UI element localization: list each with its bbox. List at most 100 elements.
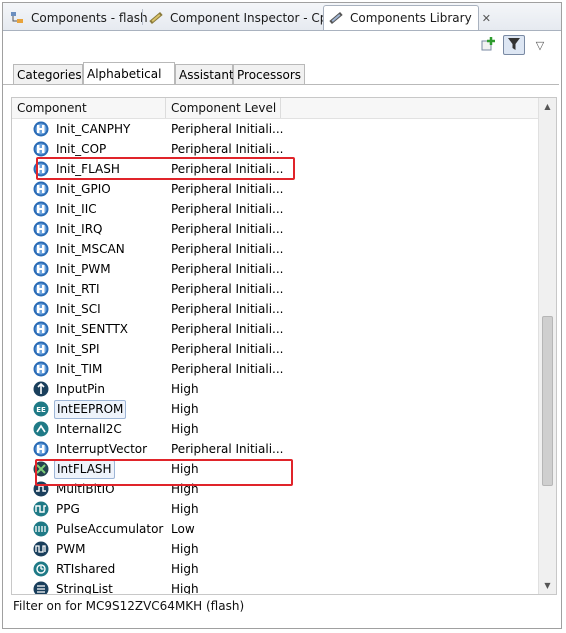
library-icon [328, 10, 344, 26]
component-name: Init_FLASH [56, 161, 120, 176]
init-icon [33, 141, 49, 157]
component-name: PulseAccumulator [56, 521, 164, 536]
table-row[interactable]: Init_PWM Peripheral Initiali... [12, 259, 540, 279]
filter-status: Filter on for MC9S12ZVC64MKH (flash) [13, 599, 245, 613]
init-icon [33, 241, 49, 257]
table-row[interactable]: InterruptVector Peripheral Initiali... [12, 439, 540, 459]
component-cell[interactable]: Init_RTI [33, 279, 102, 299]
table-body: Init_CANPHY Peripheral Initiali... Init_CO… [12, 119, 540, 595]
tab-label: Alphabetical [87, 67, 162, 81]
init-icon [33, 361, 49, 377]
tab-components-library[interactable]: Components Library ✕ [323, 5, 491, 30]
component-level: High [171, 562, 199, 576]
init-icon [33, 301, 49, 317]
table-row[interactable]: InternalI2C High [12, 419, 540, 439]
table-row[interactable]: StringList High [12, 579, 540, 595]
table-row[interactable]: RTIshared High [12, 559, 540, 579]
tab-components-flash[interactable]: Components - flash [5, 6, 148, 29]
table-row[interactable]: IntFLASH High [12, 459, 540, 479]
svg-text:EE: EE [36, 406, 46, 414]
component-level: Peripheral Initiali... [171, 302, 284, 316]
table-row[interactable]: Init_SCI Peripheral Initiali... [12, 299, 540, 319]
filter-button[interactable] [503, 35, 525, 55]
component-cell[interactable]: PWM [33, 539, 87, 559]
table-row[interactable]: Init_IRQ Peripheral Initiali... [12, 219, 540, 239]
table-row[interactable]: Init_CANPHY Peripheral Initiali... [12, 119, 540, 139]
add-component-button[interactable] [477, 35, 499, 55]
table-row[interactable]: Init_TIM Peripheral Initiali... [12, 359, 540, 379]
table-row[interactable]: PulseAccumulator Low [12, 519, 540, 539]
component-cell[interactable]: Init_SENTTX [33, 319, 130, 339]
tab-processors[interactable]: Processors [233, 64, 305, 84]
component-level: High [171, 462, 199, 476]
scrollbar-thumb[interactable] [542, 316, 553, 486]
table-row[interactable]: PWM High [12, 539, 540, 559]
table-row[interactable]: Init_SPI Peripheral Initiali... [12, 339, 540, 359]
component-cell[interactable]: Init_COP [33, 139, 108, 159]
component-cell[interactable]: InternalI2C [33, 419, 124, 439]
component-name: InputPin [56, 381, 105, 396]
component-cell[interactable]: Init_MSCAN [33, 239, 127, 259]
component-cell[interactable]: Init_GPIO [33, 179, 113, 199]
column-header-component[interactable]: Component [12, 98, 166, 118]
component-cell[interactable]: RTIshared [33, 559, 117, 579]
table-row[interactable]: Init_FLASH Peripheral Initiali... [12, 159, 540, 179]
table-row[interactable]: EE IntEEPROM High [12, 399, 540, 419]
component-cell[interactable]: PulseAccumulator [33, 519, 165, 539]
tab-component-inspector[interactable]: Component Inspector - Cpu [144, 6, 335, 29]
component-cell[interactable]: IntFLASH [33, 459, 115, 479]
tab-categories[interactable]: Categories [13, 64, 83, 84]
component-cell[interactable]: Init_TIM [33, 359, 104, 379]
bitio-icon [33, 481, 49, 497]
component-level: Peripheral Initiali... [171, 162, 284, 176]
component-name: PPG [56, 501, 80, 516]
component-level: Peripheral Initiali... [171, 242, 284, 256]
table-row[interactable]: InputPin High [12, 379, 540, 399]
component-name: Init_GPIO [56, 181, 111, 196]
table-row[interactable]: Init_SENTTX Peripheral Initiali... [12, 319, 540, 339]
table-row[interactable]: Init_COP Peripheral Initiali... [12, 139, 540, 159]
component-cell[interactable]: Init_PWM [33, 259, 113, 279]
vertical-scrollbar[interactable]: ▲ ▼ [538, 98, 556, 594]
component-cell[interactable]: Init_IIC [33, 199, 99, 219]
components-tree-icon [9, 10, 25, 26]
component-cell[interactable]: Init_SCI [33, 299, 103, 319]
component-level: Peripheral Initiali... [171, 282, 284, 296]
ppg-icon [33, 501, 49, 517]
init-icon [33, 161, 49, 177]
tab-assistant[interactable]: Assistant [175, 64, 234, 84]
init-icon [33, 201, 49, 217]
table-row[interactable]: MultiBitIO High [12, 479, 540, 499]
component-cell[interactable]: Init_CANPHY [33, 119, 132, 139]
tab-alphabetical[interactable]: Alphabetical [83, 62, 175, 85]
component-level: High [171, 402, 199, 416]
component-name: Init_CANPHY [56, 121, 131, 136]
scroll-up-arrow-icon[interactable]: ▲ [539, 98, 556, 115]
i2c-icon [33, 421, 49, 437]
column-header-level[interactable]: Component Level [166, 98, 281, 118]
close-icon[interactable]: ✕ [482, 12, 491, 25]
component-cell[interactable]: StringList [33, 579, 115, 595]
component-cell[interactable]: PPG [33, 499, 82, 519]
component-name: Init_MSCAN [56, 241, 125, 256]
component-name: MultiBitIO [56, 481, 115, 496]
component-cell[interactable]: InputPin [33, 379, 107, 399]
component-cell[interactable]: Init_IRQ [33, 219, 105, 239]
init-icon [33, 341, 49, 357]
table-row[interactable]: Init_IIC Peripheral Initiali... [12, 199, 540, 219]
view-menu-button[interactable]: ▽ [529, 35, 551, 55]
component-cell[interactable]: MultiBitIO [33, 479, 117, 499]
component-cell[interactable]: EE IntEEPROM [33, 399, 127, 419]
table-row[interactable]: Init_MSCAN Peripheral Initiali... [12, 239, 540, 259]
component-cell[interactable]: InterruptVector [33, 439, 149, 459]
table-row[interactable]: Init_RTI Peripheral Initiali... [12, 279, 540, 299]
component-cell[interactable]: Init_SPI [33, 339, 102, 359]
scroll-down-arrow-icon[interactable]: ▼ [539, 577, 556, 594]
component-name: Init_TIM [56, 361, 103, 376]
components-library-view: Components - flash Component Inspector -… [2, 2, 562, 629]
component-cell[interactable]: Init_FLASH [33, 159, 122, 179]
table-row[interactable]: PPG High [12, 499, 540, 519]
init-icon [33, 121, 49, 137]
table-row[interactable]: Init_GPIO Peripheral Initiali... [12, 179, 540, 199]
component-name: StringList [56, 581, 113, 595]
